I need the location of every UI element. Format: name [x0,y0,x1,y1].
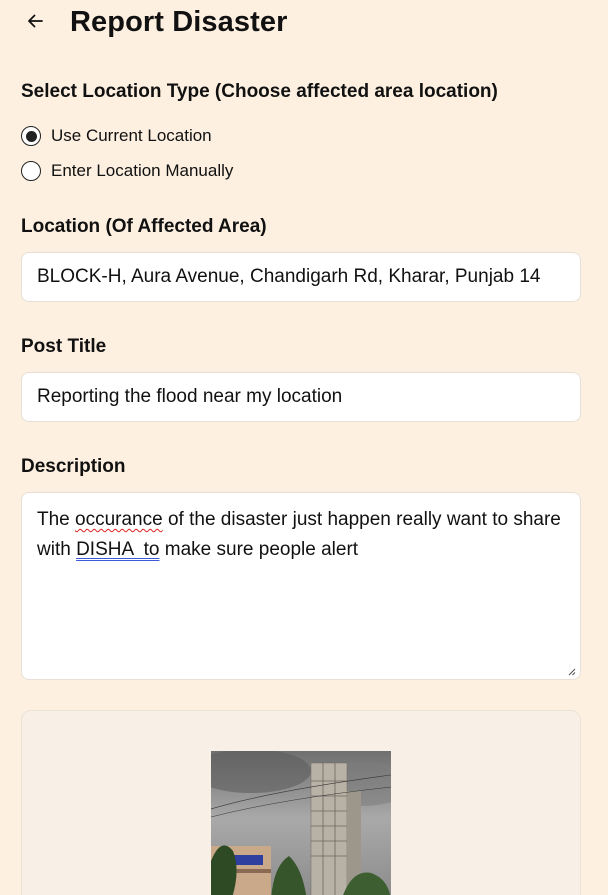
description-label: Description [21,456,126,477]
post-title-label: Post Title [21,336,107,357]
radio-selected-icon[interactable] [21,126,41,146]
resize-handle-icon[interactable] [566,666,576,676]
location-type-label: Select Location Type (Choose affected ar… [21,81,498,102]
page-title: Report Disaster [70,6,288,38]
misspelled-word[interactable]: occurance [75,509,163,530]
location-label: Location (Of Affected Area) [21,216,267,237]
back-button[interactable] [22,8,48,34]
report-disaster-page: Report Disaster Select Location Type (Ch… [0,0,608,895]
arrow-left-icon [28,14,43,28]
post-title-field[interactable] [21,372,581,422]
header: Report Disaster [0,0,608,44]
radio-unselected-icon[interactable] [21,161,41,181]
radio-enter-location-manually[interactable]: Enter Location Manually [21,159,233,183]
grammar-flagged-text[interactable]: DISHA to [76,539,159,560]
description-textarea[interactable]: The occurance of the disaster just happe… [21,492,581,680]
description-text: The [37,509,76,530]
location-field[interactable] [21,252,581,302]
location-input[interactable] [22,253,580,301]
radio-label-current: Use Current Location [51,126,212,145]
description-text: make sure people alert [159,539,359,560]
radio-label-manual: Enter Location Manually [51,161,234,180]
post-title-input[interactable] [22,373,580,421]
image-upload-area[interactable] [21,710,581,895]
radio-use-current-location[interactable]: Use Current Location [21,124,212,148]
uploaded-photo-preview [211,751,391,895]
